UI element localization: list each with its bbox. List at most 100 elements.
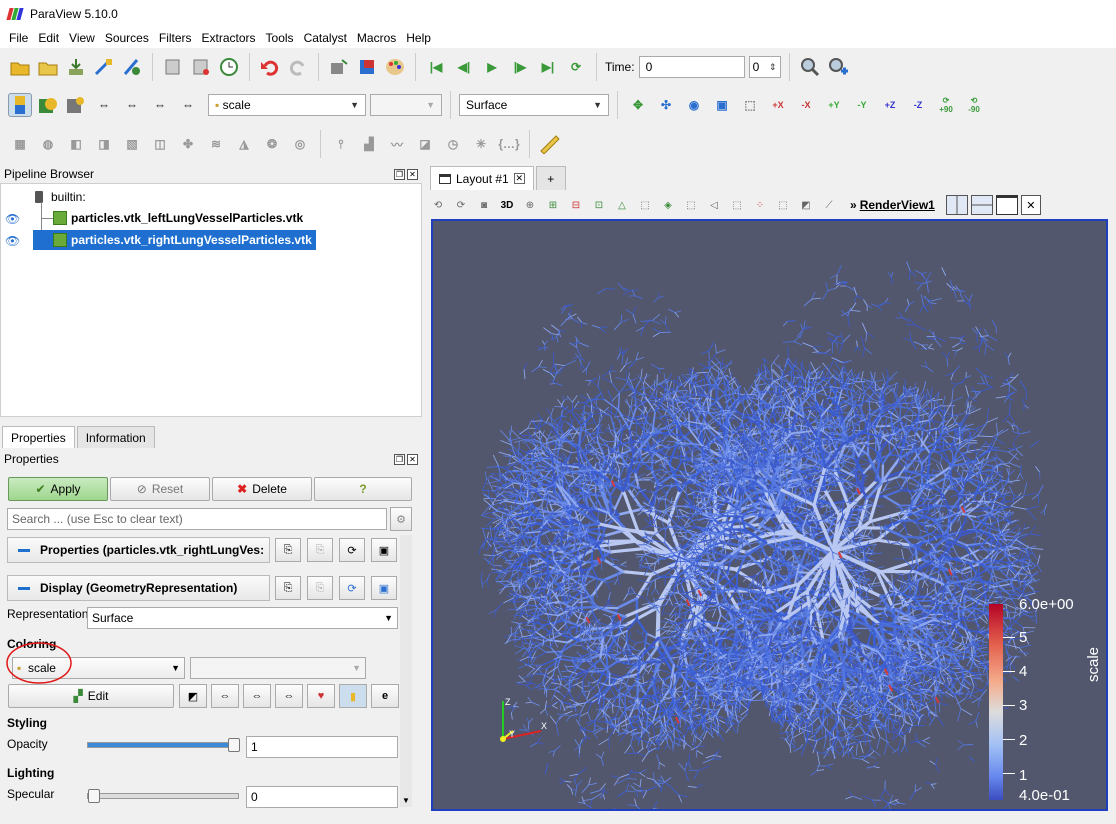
close-tab-icon[interactable]: ✕ [513, 173, 525, 184]
menu-help[interactable]: Help [401, 31, 436, 45]
reset-range-icon[interactable] [64, 93, 88, 117]
slice-icon[interactable]: ◨ [92, 132, 116, 156]
first-frame-icon[interactable]: |◀ [424, 55, 448, 79]
calculator-icon[interactable]: ▦ [8, 132, 32, 156]
color-legend-icon[interactable] [355, 55, 379, 79]
hover-points-icon[interactable]: ◁ [704, 195, 724, 215]
render-view[interactable]: Z X Y 6.0e+00 5 4 3 2 1 4.0e-01 scale [431, 219, 1108, 811]
python-shell-icon[interactable] [161, 55, 185, 79]
zoom-closest-icon[interactable] [826, 55, 850, 79]
pipeline-root[interactable]: builtin: [35, 187, 86, 207]
opacity-field[interactable]: 1 [246, 736, 398, 758]
save-display-defaults-button[interactable]: ▣ [371, 576, 397, 600]
load-state-icon[interactable] [36, 55, 60, 79]
undo-icon[interactable] [258, 55, 282, 79]
delete-button[interactable]: ✖ Delete [212, 477, 312, 501]
view-minus-y-icon[interactable]: -Y [850, 93, 874, 117]
restore-display-defaults-button[interactable]: ⟳ [339, 576, 365, 600]
extract-selection-icon[interactable]: ◩ [796, 195, 816, 215]
shrink-selection-icon[interactable]: ⁘ [750, 195, 770, 215]
view-redo-icon[interactable]: ⟳ [451, 195, 471, 215]
eye-icon[interactable]: 👁 [5, 234, 20, 248]
ruler-small-icon[interactable]: ⟋ [819, 195, 839, 215]
split-horizontal-icon[interactable] [945, 195, 968, 215]
reset-center-icon[interactable]: ◉ [682, 93, 706, 117]
view-undo-icon[interactable]: ⟲ [428, 195, 448, 215]
float-icon[interactable]: ❐ [394, 453, 405, 465]
interaction-mode-icon[interactable]: ⊕ [520, 195, 540, 215]
choose-preset-button[interactable]: ◩ [179, 684, 207, 708]
paste-display-button[interactable]: ⎘ [307, 576, 333, 600]
menu-edit[interactable]: Edit [33, 31, 64, 45]
extract-subset-icon[interactable]: ◫ [148, 132, 172, 156]
tab-properties[interactable]: Properties [2, 426, 75, 448]
screenshot-icon[interactable]: ◙ [474, 195, 494, 215]
specular-slider-handle[interactable] [88, 789, 100, 803]
search-input[interactable]: Search ... (use Esc to clear text) [7, 508, 387, 530]
rescale-over-time-icon[interactable]: ⇔ [176, 93, 200, 117]
tab-layout-1[interactable]: Layout #1 ✕ [430, 166, 534, 190]
pipeline-item-right-lung[interactable]: particles.vtk_rightLungVesselParticles.v… [33, 230, 316, 250]
grow-selection-icon[interactable]: ⬚ [727, 195, 747, 215]
toggle-3d-button[interactable]: 3D [497, 195, 517, 215]
reset-button[interactable]: ⊘ Reset [110, 477, 210, 501]
advanced-gear-button[interactable]: ⚙ [390, 507, 412, 531]
close-icon[interactable]: ✕ [407, 168, 418, 180]
view-minus-x-icon[interactable]: -X [794, 93, 818, 117]
python-calculator-icon[interactable]: {…} [497, 132, 521, 156]
interactive-select-icon[interactable]: ◈ [658, 195, 678, 215]
paste-properties-button[interactable]: ⎘ [307, 538, 333, 562]
float-icon[interactable]: ❐ [394, 168, 405, 180]
time-index-spinbox[interactable]: 0 ⇕ [748, 56, 781, 78]
copy-properties-button[interactable]: ⎘ [275, 538, 301, 562]
rotate-minus-90-icon[interactable]: ⟲ -90 [962, 93, 986, 117]
contour-icon[interactable]: ◍ [36, 132, 60, 156]
rescale-temporal-button[interactable]: ⇔ [275, 684, 303, 708]
save-data-icon[interactable] [64, 55, 88, 79]
redo-icon[interactable] [286, 55, 310, 79]
add-layout-tab[interactable]: + [535, 166, 566, 190]
previous-frame-icon[interactable]: ◀| [452, 55, 476, 79]
histogram-icon[interactable]: ▟ [357, 132, 381, 156]
opacity-slider-handle[interactable] [228, 738, 240, 752]
properties-section-header[interactable]: Properties (particles.vtk_rightLungVes: [7, 537, 270, 563]
menu-filters[interactable]: Filters [154, 31, 197, 45]
rotate-plus-90-icon[interactable]: ⟳ +90 [934, 93, 958, 117]
ruler-icon[interactable] [538, 132, 562, 156]
save-defaults-button[interactable]: ▣ [371, 538, 397, 562]
menu-tools[interactable]: Tools [261, 31, 299, 45]
hover-cells-icon[interactable]: ⬚ [681, 195, 701, 215]
open-file-icon[interactable] [8, 55, 32, 79]
opacity-slider[interactable] [87, 738, 240, 752]
menu-file[interactable]: File [4, 31, 33, 45]
specular-slider[interactable] [87, 789, 239, 803]
edit-color-map-button[interactable]: ▞ Edit [8, 684, 174, 708]
time-plot-icon[interactable]: ◷ [441, 132, 465, 156]
glyph-icon[interactable]: ✤ [176, 132, 200, 156]
zoom-data-icon[interactable] [798, 55, 822, 79]
mesh-quality-icon[interactable]: ✳ [469, 132, 493, 156]
next-frame-icon[interactable]: |▶ [508, 55, 532, 79]
specular-field[interactable]: 0 [246, 786, 398, 808]
camera-undo-icon[interactable] [327, 55, 351, 79]
properties-scrollbar[interactable]: ▼ [400, 535, 412, 807]
menu-view[interactable]: View [64, 31, 100, 45]
show-scalar-bar-button[interactable]: ▮ [339, 684, 367, 708]
select-points-icon[interactable]: ⊟ [566, 195, 586, 215]
trace-icon[interactable] [189, 55, 213, 79]
color-array-select[interactable]: ▪ scale ▼ [208, 94, 366, 116]
edit-color-map-icon[interactable] [36, 93, 60, 117]
view-plus-z-icon[interactable]: +Z [878, 93, 902, 117]
representation-select[interactable]: Surface ▼ [459, 94, 609, 116]
zoom-to-box-icon[interactable]: ⬚ [738, 93, 762, 117]
loop-icon[interactable]: ⟳ [564, 55, 588, 79]
rescale-custom-button[interactable]: ⇔ [243, 684, 271, 708]
rescale-data-range-button[interactable]: ⇔ [211, 684, 239, 708]
component-select[interactable]: ▼ [370, 94, 442, 116]
reset-camera-icon[interactable]: ✥ [626, 93, 650, 117]
show-center-icon[interactable]: ✣ [654, 93, 678, 117]
select-cells-icon[interactable]: ⊞ [543, 195, 563, 215]
maximize-icon[interactable] [995, 195, 1018, 215]
help-button[interactable]: ? [314, 477, 412, 501]
time-input[interactable]: 0 [638, 56, 745, 78]
